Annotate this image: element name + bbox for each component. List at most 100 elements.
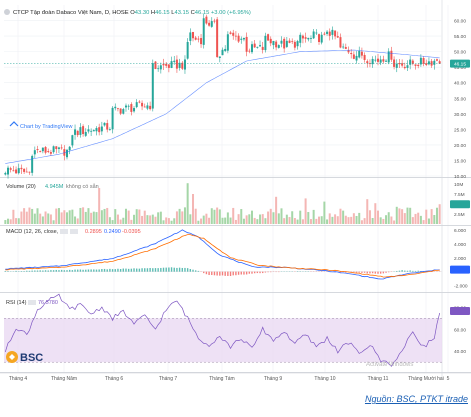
candle <box>37 146 39 153</box>
candle-body <box>364 55 366 60</box>
volume-bar <box>243 219 245 224</box>
macd-histogram-bar <box>206 272 207 275</box>
bsc-logo: BSC <box>6 351 43 364</box>
last-price-label: 46.15 <box>454 62 466 68</box>
volume-bar <box>423 220 425 224</box>
candle-body <box>152 63 154 108</box>
macd-histogram-bar <box>388 272 389 273</box>
candle <box>141 100 143 110</box>
macd-title: MACD (12, 26, close, 9) <box>6 229 65 235</box>
x-tick-label: Tháng 10 <box>314 376 335 382</box>
volume-bar <box>224 218 226 224</box>
candle-body <box>200 38 202 44</box>
volume-bar <box>10 219 12 224</box>
candle-body <box>45 147 47 153</box>
volume-bar <box>120 220 122 224</box>
macd-histogram-bar <box>195 270 196 271</box>
candle <box>189 28 191 45</box>
candle-body <box>297 41 299 46</box>
tradingview-chart: 60.0055.0050.0045.0040.0035.0030.0025.00… <box>0 0 471 412</box>
candle-body <box>66 150 68 157</box>
candle-body <box>439 61 441 63</box>
candle <box>412 59 414 65</box>
volume-bar <box>208 218 210 224</box>
macd-tick-label: 6.000 <box>454 228 466 234</box>
candle <box>382 56 384 64</box>
volume-bar <box>342 211 344 224</box>
volume-tick-label: 7.5M <box>454 192 465 198</box>
volume-bar <box>372 218 374 224</box>
macd-histogram-bar <box>50 270 51 272</box>
candle <box>160 63 162 74</box>
volume-bar <box>168 218 170 224</box>
volume-bar <box>315 219 317 224</box>
macd-histogram-bar <box>112 269 113 271</box>
price-tick-label: 10.00 <box>454 174 466 180</box>
candle-body <box>130 104 132 112</box>
volume-bar <box>34 214 36 224</box>
macd-histogram-bar <box>174 268 175 272</box>
macd-histogram-bar <box>31 271 32 272</box>
volume-bar <box>417 213 419 224</box>
volume-bar <box>428 219 430 224</box>
x-tick-label: Tháng Năm <box>51 376 77 382</box>
candle-body <box>219 57 221 58</box>
macd-histogram-bar <box>139 269 140 272</box>
candle-body <box>213 21 215 22</box>
macd-settings-box <box>60 229 68 234</box>
candle-body <box>82 126 84 134</box>
candle <box>248 49 250 54</box>
candle-body <box>417 65 419 66</box>
volume-bar <box>31 209 33 224</box>
volume-bar <box>122 218 124 224</box>
candle-body <box>23 169 25 172</box>
macd-histogram-bar <box>168 268 169 272</box>
volume-bar <box>406 208 408 224</box>
signal-value: 0.2490 <box>104 229 121 235</box>
candle <box>291 38 293 44</box>
candle-body <box>4 173 6 175</box>
candle-body <box>302 36 304 39</box>
candle-body <box>291 41 293 42</box>
volume-bar <box>297 220 299 224</box>
candle-body <box>262 47 264 50</box>
macd-histogram-bar <box>61 270 62 272</box>
candle-body <box>71 135 73 145</box>
volume-bar <box>238 214 240 224</box>
volume-bar <box>26 212 28 224</box>
macd-histogram-bar <box>155 268 156 272</box>
candle <box>95 126 97 135</box>
candle-body <box>20 168 22 169</box>
candle-body <box>337 36 339 37</box>
candle <box>138 100 140 103</box>
volume-bar <box>203 216 205 224</box>
candle-body <box>264 36 266 50</box>
volume-bar <box>42 216 44 224</box>
candle-body <box>232 33 234 36</box>
macd-histogram-bar <box>407 271 408 272</box>
volume-bar <box>364 218 366 224</box>
candle-body <box>53 146 55 152</box>
candle <box>179 59 181 71</box>
volume-bar <box>294 218 296 224</box>
candle-body <box>404 67 406 68</box>
macd-histogram-bar <box>85 270 86 272</box>
candle-body <box>74 129 76 134</box>
macd-histogram-bar <box>5 271 6 272</box>
macd-histogram-bar <box>356 272 357 273</box>
macd-histogram-bar <box>243 272 244 275</box>
volume-bar <box>146 215 148 224</box>
rsi-title: RSI (14) <box>6 300 27 306</box>
macd-histogram-bar <box>109 269 110 272</box>
volume-bar <box>393 220 395 224</box>
price-tick-label: 35.00 <box>454 96 466 102</box>
candle-body <box>329 32 331 36</box>
candle-body <box>251 44 253 52</box>
volume-ma-na: không có sẵn <box>66 183 99 190</box>
candle-body <box>342 47 344 48</box>
volume-bar <box>431 209 433 224</box>
candle-body <box>318 34 320 42</box>
candle <box>184 55 186 74</box>
candle <box>439 59 441 63</box>
candle-body <box>144 107 146 108</box>
